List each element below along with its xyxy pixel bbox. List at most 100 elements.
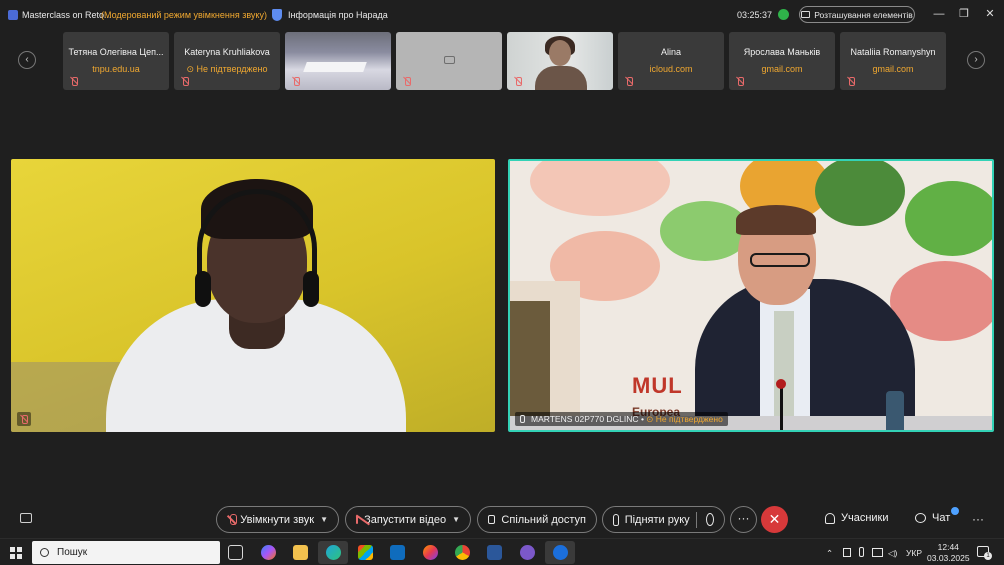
chrome-icon[interactable] <box>455 545 470 560</box>
participants-label: Учасники <box>841 512 889 524</box>
participant-tile[interactable]: Nataliia Romanyshyn gmail.com <box>840 32 946 90</box>
participants-button[interactable]: Учасники <box>825 512 889 524</box>
clock-time: 12:44 <box>937 542 959 552</box>
share-screen-icon <box>488 515 496 524</box>
minimize-button[interactable]: — <box>933 8 945 20</box>
start-video-button[interactable]: Запустити відео ▼ <box>345 506 471 533</box>
participant-status: ⊙ Не підтверджено <box>186 64 268 74</box>
backdrop-bubble <box>530 161 670 216</box>
speaker-status: ⊙ Не підтверджено <box>646 414 723 424</box>
end-call-button[interactable]: ✕ <box>761 506 788 533</box>
person-face <box>549 40 571 66</box>
mic-muted-icon <box>227 513 238 526</box>
camera-off-icon <box>356 515 359 524</box>
firefox-icon[interactable] <box>423 545 438 560</box>
raise-hand-label: Підняти руку <box>624 513 690 526</box>
search-icon <box>40 548 49 557</box>
speaker-tie <box>774 311 794 430</box>
mic-tray-icon[interactable] <box>859 547 864 557</box>
meeting-timer: 03:25:37 <box>737 10 773 20</box>
edge-browser-icon[interactable] <box>326 545 341 560</box>
speaker-hair <box>736 205 816 235</box>
speaker-glasses <box>750 253 810 267</box>
start-video-label: Запустити відео <box>364 513 447 526</box>
participant-tile-video[interactable] <box>285 32 391 90</box>
title-bar: Masterclass on Reto... (Модерований режи… <box>0 0 1004 30</box>
windows-taskbar: Пошук ⌃ ◁) УКР 12:44 03.03.2025 1 <box>0 538 1004 565</box>
strip-prev-button[interactable]: ‹ <box>18 51 36 69</box>
main-video-active-speaker[interactable]: MUL Europea MARTENS 02P770 DGLINC • ⊙ Не… <box>508 159 994 432</box>
participant-tile[interactable]: Kateryna Kruhliakova ⊙ Не підтверджено <box>174 32 280 90</box>
unmute-label: Увімкнути звук <box>240 513 315 526</box>
windows-start-icon[interactable] <box>10 547 22 559</box>
more-options-button[interactable]: ··· <box>730 506 757 533</box>
participant-domain: gmail.com <box>872 64 914 74</box>
person-icon <box>825 512 835 524</box>
captions-icon[interactable] <box>20 513 32 523</box>
participant-domain: icloud.com <box>649 64 693 74</box>
network-icon[interactable] <box>872 548 883 557</box>
webex-icon[interactable] <box>553 545 568 560</box>
headset-earcup-left <box>195 271 211 307</box>
file-explorer-icon[interactable] <box>293 545 308 560</box>
mic-muted-icon <box>847 77 855 86</box>
close-window-button[interactable]: ✕ <box>984 8 996 20</box>
mic-muted-icon <box>181 77 189 86</box>
tray-overflow-icon[interactable]: ⌃ <box>826 548 833 559</box>
device-icon[interactable] <box>843 548 851 557</box>
participant-name: Ярослава Маньків <box>743 47 821 57</box>
connection-status-icon <box>778 9 789 20</box>
microsoft-store-icon[interactable] <box>358 545 373 560</box>
headset-earcup-right <box>303 271 319 307</box>
reactions-icon[interactable] <box>706 513 715 526</box>
mic-muted-icon <box>292 77 300 86</box>
unmute-button[interactable]: Увімкнути звук ▼ <box>216 506 339 533</box>
divider <box>695 511 697 528</box>
copilot-icon[interactable] <box>261 545 276 560</box>
participant-name: Kateryna Kruhliakova <box>184 47 270 57</box>
window-title: Masterclass on Reto... <box>22 10 112 20</box>
main-video-left[interactable] <box>11 159 495 432</box>
strip-next-button[interactable]: › <box>967 51 985 69</box>
participant-tile[interactable]: Тетяна Олегівна Цеп... tnpu.edu.ua <box>63 32 169 90</box>
participant-tile[interactable]: Alina icloud.com <box>618 32 724 90</box>
outlook-icon[interactable] <box>390 545 405 560</box>
raise-hand-button[interactable]: Підняти руку <box>602 506 725 533</box>
share-button[interactable]: Спільний доступ <box>477 506 597 533</box>
participant-tile[interactable]: Ярослава Маньків gmail.com <box>729 32 835 90</box>
mic-on-icon <box>520 415 525 423</box>
hand-icon <box>613 513 619 526</box>
mic-muted-icon <box>736 77 744 86</box>
chevron-down-icon[interactable]: ▼ <box>320 515 328 524</box>
chat-button[interactable]: Чат <box>915 512 950 524</box>
share-label: Спільний доступ <box>501 513 586 526</box>
participant-strip: Тетяна Олегівна Цеп... tnpu.edu.ua Kater… <box>63 32 946 90</box>
participant-tile-video[interactable] <box>507 32 613 90</box>
restore-button[interactable]: ❐ <box>958 8 970 20</box>
water-bottle <box>886 391 904 430</box>
viber-icon[interactable] <box>520 545 535 560</box>
mic-muted-icon <box>514 77 522 86</box>
participant-tile-video-off[interactable] <box>396 32 502 90</box>
mic-muted-icon <box>20 415 28 424</box>
participant-name: Nataliia Romanyshyn <box>850 47 936 57</box>
audio-mode-label: (Модерований режим увімкнення звуку) <box>101 10 267 20</box>
word-icon[interactable] <box>487 545 502 560</box>
language-indicator[interactable]: УКР <box>906 548 922 558</box>
layout-button[interactable]: Розташування елементів <box>799 6 915 23</box>
banner-text: MUL <box>632 373 683 398</box>
participant-name: Alina <box>660 47 681 57</box>
more-right-button[interactable]: ··· <box>972 512 984 526</box>
layout-button-label: Розташування елементів <box>814 9 913 20</box>
meeting-info-button[interactable]: Інформація про Нарада <box>272 9 388 21</box>
taskbar-search[interactable]: Пошук <box>32 541 220 564</box>
mic-muted-badge <box>17 412 31 426</box>
task-view-icon[interactable] <box>228 545 243 560</box>
chevron-down-icon[interactable]: ▼ <box>452 515 460 524</box>
person-body <box>535 66 587 90</box>
taskbar-clock[interactable]: 12:44 03.03.2025 <box>927 542 970 564</box>
volume-icon[interactable]: ◁) <box>888 548 897 559</box>
chat-icon <box>915 513 926 523</box>
shield-icon <box>272 9 282 21</box>
microphone-icon <box>776 379 786 389</box>
